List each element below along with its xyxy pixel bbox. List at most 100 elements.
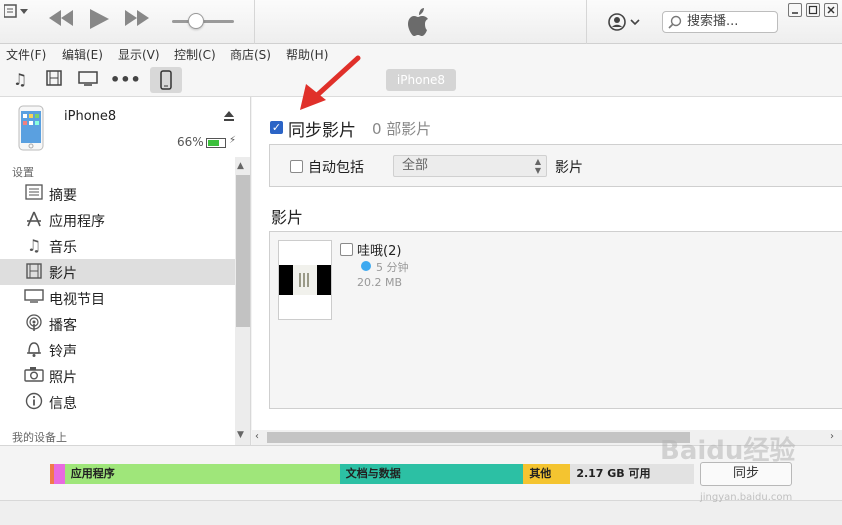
eject-icon[interactable] (222, 109, 236, 123)
scroll-up-arrow-icon[interactable]: ▲ (237, 161, 244, 171)
menu-store[interactable]: 商店(S) (230, 46, 271, 63)
menu-file[interactable]: 文件(F) (6, 46, 46, 63)
sidebar-item-label: 电视节目 (49, 292, 105, 308)
more-icon[interactable]: ••• (110, 69, 141, 91)
menu-bar: 文件(F) 编辑(E) 显示(V) 控制(C) 商店(S) 帮助(H) (0, 44, 842, 64)
sidebar-item[interactable]: 信息 (0, 389, 235, 415)
movie-size: 20.2 MB (357, 276, 403, 289)
volume-slider-knob[interactable] (188, 13, 204, 29)
sidebar-item[interactable]: 应用程序 (0, 207, 235, 233)
sidebar-item-label: 音乐 (49, 240, 77, 256)
toolbar: ♫ ••• iPhone8 (0, 64, 842, 97)
summary-icon (24, 184, 44, 204)
capacity-segment: 2.17 GB 可用 (570, 464, 694, 484)
capacity-segment: 应用程序 (64, 464, 340, 484)
scroll-left-arrow-icon[interactable]: ‹ (255, 431, 259, 442)
search-icon (668, 15, 682, 36)
scroll-right-arrow-icon[interactable]: › (830, 431, 834, 442)
title-bar: 搜索播... (0, 0, 842, 44)
capacity-bar: 应用程序 文档与数据 其他 2.17 GB 可用 (50, 464, 694, 484)
auto-include-value: 全部 (402, 158, 429, 173)
sidebar-item-label: 照片 (49, 370, 77, 386)
watermark-brand: Baidu经验 (660, 436, 796, 466)
bell-icon (24, 340, 44, 360)
sidebar-item[interactable]: 摘要 (0, 181, 235, 207)
menu-edit[interactable]: 编辑(E) (62, 46, 103, 63)
capacity-segment: 其他 (523, 464, 571, 484)
device-button[interactable] (150, 67, 182, 93)
film-icon (24, 262, 44, 282)
movie-list-panel: 哇哦(2) 5 分钟 20.2 MB (269, 231, 842, 409)
apps-icon (24, 210, 44, 230)
main-panel: ✓ 同步影片 0 部影片 自动包括 全部 ▲ ▼ 影片 影片 哇哦(2) 5 分钟… (252, 97, 842, 445)
sidebar-item-label: 摘要 (49, 188, 77, 204)
tv-icon[interactable] (76, 69, 100, 91)
movie-count: 0 部影片 (372, 120, 432, 138)
on-my-device-heading: 我的设备上 (12, 431, 67, 444)
search-placeholder: 搜索播... (687, 14, 739, 29)
auto-include-select[interactable]: 全部 ▲ ▼ (393, 155, 547, 177)
close-button[interactable] (824, 3, 838, 17)
podcast-icon (24, 314, 44, 334)
iphone-icon (160, 70, 172, 90)
auto-include-panel: 自动包括 全部 ▲ ▼ 影片 (269, 144, 842, 187)
account-icon[interactable] (608, 12, 642, 32)
scroll-down-arrow-icon[interactable]: ▼ (237, 430, 244, 440)
settings-heading: 设置 (12, 166, 34, 179)
select-arrows-icon: ▲ ▼ (534, 157, 541, 175)
battery-level-fill (208, 140, 219, 146)
device-name-pill[interactable]: iPhone8 (386, 69, 456, 91)
sidebar-item-label: 播客 (49, 318, 77, 334)
film-icon[interactable] (42, 69, 66, 91)
battery-icon (206, 138, 226, 148)
sync-movies-checkbox[interactable]: ✓ (270, 121, 283, 134)
capacity-segment: 文档与数据 (339, 464, 524, 484)
movie-thumbnail (278, 240, 332, 320)
sidebar-item[interactable]: 播客 (0, 311, 235, 337)
auto-include-label[interactable]: 自动包括 (308, 157, 364, 177)
app-menu-icon[interactable] (3, 4, 30, 18)
horizontal-scroll-thumb[interactable] (267, 432, 690, 443)
sync-movies-label[interactable]: 同步影片 (288, 116, 356, 141)
music-note-icon: ♫ (26, 236, 42, 255)
titlebar-divider-left (254, 0, 255, 44)
sidebar-item[interactable]: 电视节目 (0, 285, 235, 311)
auto-include-checkbox[interactable] (290, 160, 303, 173)
sidebar-item-label: 应用程序 (49, 214, 105, 230)
unwatched-dot-icon (361, 261, 371, 271)
movies-heading: 影片 (271, 208, 304, 227)
device-name: iPhone8 (64, 109, 117, 124)
auto-include-suffix: 影片 (555, 160, 583, 176)
watermark-url: jingyan.baidu.com (700, 492, 793, 503)
maximize-button[interactable] (806, 3, 820, 17)
menu-controls[interactable]: 控制(C) (174, 46, 216, 63)
sidebar-item[interactable]: 铃声 (0, 337, 235, 363)
menu-view[interactable]: 显示(V) (118, 46, 160, 63)
search-input[interactable]: 搜索播... (662, 11, 778, 33)
music-note-icon[interactable]: ♫ (8, 69, 32, 91)
next-track-icon[interactable] (124, 8, 150, 34)
annotation-arrow-icon (300, 55, 361, 110)
sidebar-item[interactable]: 照片 (0, 363, 235, 389)
movie-checkbox[interactable] (340, 243, 353, 256)
battery-percent: 66% (177, 135, 204, 149)
sidebar-item[interactable]: 影片 (0, 259, 235, 285)
movie-title[interactable]: 哇哦(2) (357, 240, 401, 259)
tv-icon (24, 288, 44, 308)
sidebar-item-label: 信息 (49, 396, 77, 412)
info-icon (24, 392, 44, 412)
sidebar: iPhone8 66% ⚡ 设置 摘要应用程序 ♫ 音乐影片电视节目播客铃声照片信息… (0, 97, 251, 445)
sidebar-item[interactable]: ♫ 音乐 (0, 233, 235, 259)
capacity-segment (53, 464, 65, 484)
status-bar (0, 500, 842, 525)
previous-track-icon[interactable] (48, 8, 74, 34)
titlebar-divider-right (586, 0, 587, 44)
minimize-button[interactable] (788, 3, 802, 17)
play-icon[interactable] (88, 8, 110, 36)
apple-logo-icon (406, 8, 434, 38)
sidebar-scroll-thumb[interactable] (236, 175, 250, 327)
camera-icon (24, 366, 44, 386)
sidebar-item-label: 影片 (49, 266, 77, 282)
charging-icon: ⚡ (229, 135, 237, 146)
sidebar-item-label: 铃声 (49, 344, 77, 360)
